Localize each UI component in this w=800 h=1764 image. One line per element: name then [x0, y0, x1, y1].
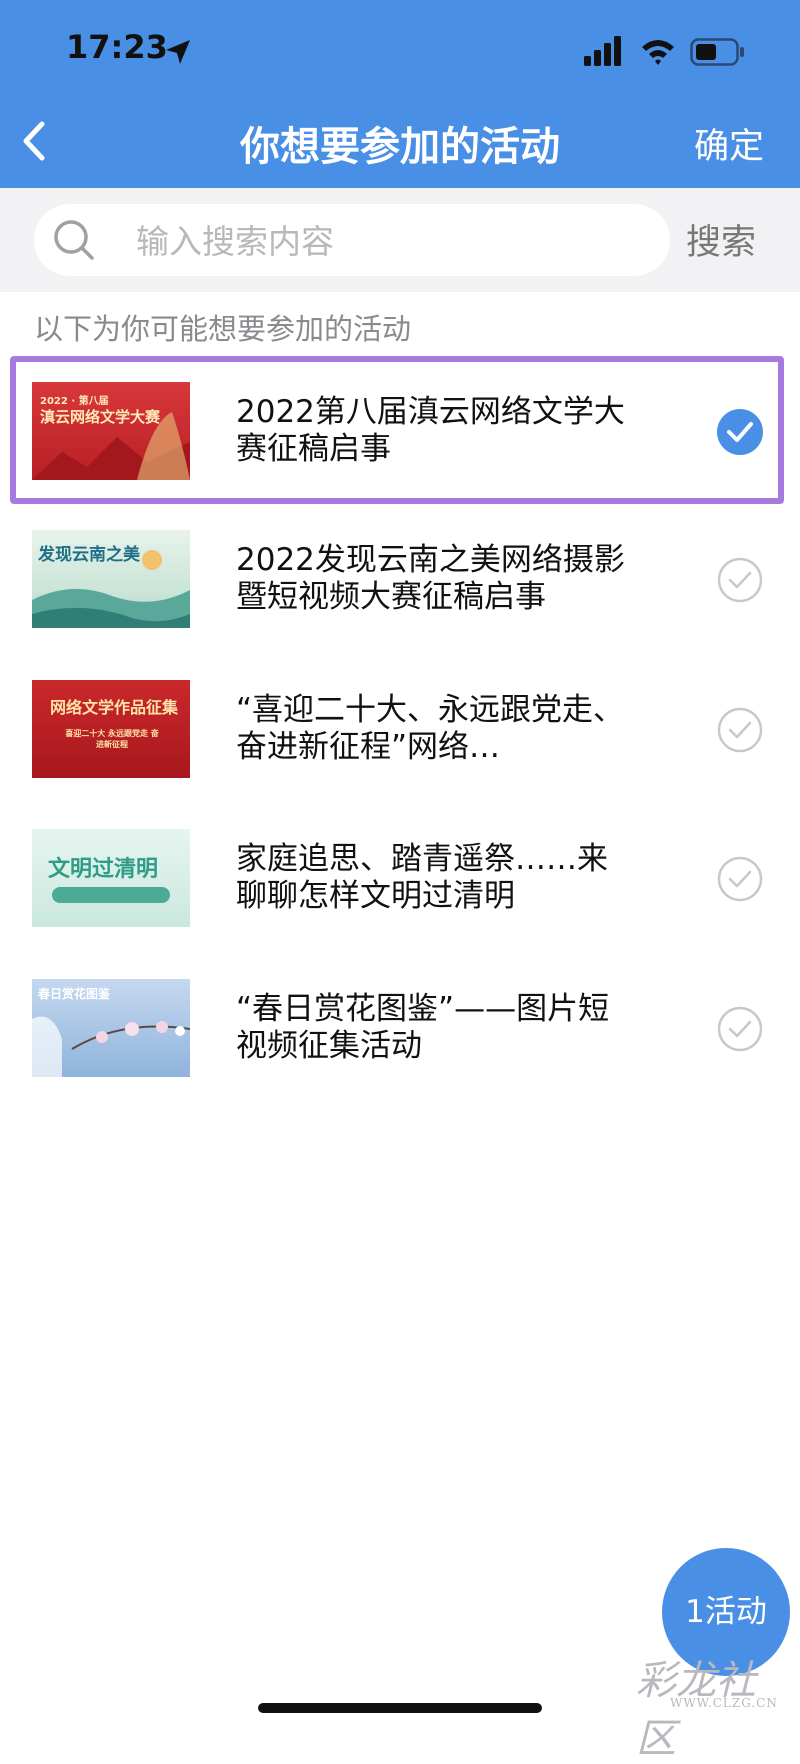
cellular-signal-icon — [584, 36, 621, 66]
activity-thumbnail: 网络文学作品征集 喜迎二十大 永远跟党走 奋进新征程 — [32, 680, 190, 778]
search-input[interactable] — [134, 218, 658, 264]
activity-title: 2022发现云南之美网络摄影暨短视频大赛征稿启事 — [236, 542, 625, 615]
checkmark-unselected-icon[interactable] — [716, 556, 764, 604]
search-icon — [54, 220, 94, 260]
checkmark-unselected-icon[interactable] — [716, 1005, 764, 1053]
thumbnail-heading: 网络文学作品征集 — [50, 698, 179, 717]
search-box[interactable] — [34, 204, 670, 276]
checkmark-selected-icon[interactable] — [716, 408, 764, 456]
status-time: 17:23 — [66, 28, 168, 66]
activity-item[interactable]: 发现云南之美 2022发现云南之美网络摄影暨短视频大赛征稿启事 — [0, 504, 800, 654]
activity-title: 家庭追思、踏青遥祭……来聊聊怎样文明过清明 — [236, 841, 608, 914]
header: 17:23 你想要参加的活动 确定 — [0, 0, 800, 188]
home-indicator — [258, 1703, 542, 1713]
thumbnail-caption: 喜迎二十大 永远跟党走 奋进新征程 — [65, 729, 159, 749]
thumbnail-heading: 滇云网络文学大赛 — [40, 408, 161, 426]
checkmark-unselected-icon[interactable] — [716, 706, 764, 754]
checkmark-unselected-icon[interactable] — [716, 855, 764, 903]
watermark-text: 彩龙社区 — [636, 1658, 756, 1762]
battery-icon — [690, 38, 744, 66]
activity-item[interactable]: 文明过清明 家庭追思、踏青遥祭……来聊聊怎样文明过清明 — [0, 803, 800, 953]
thumbnail-heading: 春日赏花图鉴 — [38, 987, 111, 1001]
activity-title: “春日赏花图鉴”——图片短视频征集活动 — [236, 991, 610, 1064]
wifi-icon — [642, 40, 674, 65]
search-button[interactable]: 搜索 — [686, 214, 756, 265]
watermark: 彩龙社区 WWW.CLZG.CN — [636, 1648, 786, 1762]
thumbnail-heading: 发现云南之美 — [38, 545, 140, 565]
thumbnail-caption: 2022 · 第八届 — [40, 396, 109, 407]
thumbnail-heading: 文明过清明 — [48, 857, 159, 882]
activity-thumbnail: 春日赏花图鉴 — [32, 979, 190, 1077]
activity-item[interactable]: 春日赏花图鉴 “春日赏花图鉴”——图片短视频征集活动 — [0, 953, 800, 1103]
section-title: 以下为你可能想要参加的活动 — [34, 312, 412, 346]
confirm-button[interactable]: 确定 — [694, 118, 764, 169]
activity-title: “喜迎二十大、永远跟党走、 奋进新征程”网络… — [236, 692, 625, 765]
status-bar: 17:23 — [0, 0, 800, 100]
activity-thumbnail: 发现云南之美 — [32, 530, 190, 628]
watermark-url: WWW.CLZG.CN — [670, 1696, 778, 1710]
search-bar: 搜索 — [0, 188, 800, 292]
page-title: 你想要参加的活动 — [240, 124, 560, 170]
activity-item[interactable]: 2022 · 第八届 滇云网络文学大赛 2022第八届滇云网络文学大赛征稿启事 — [0, 356, 800, 506]
activity-thumbnail: 2022 · 第八届 滇云网络文学大赛 — [32, 382, 190, 480]
activity-title: 2022第八届滇云网络文学大赛征稿启事 — [236, 394, 625, 467]
activity-thumbnail: 文明过清明 — [32, 829, 190, 927]
location-arrow-icon — [166, 40, 190, 64]
navigation-bar: 你想要参加的活动 确定 — [0, 100, 800, 188]
activity-item[interactable]: 网络文学作品征集 喜迎二十大 永远跟党走 奋进新征程 “喜迎二十大、永远跟党走、… — [0, 654, 800, 804]
